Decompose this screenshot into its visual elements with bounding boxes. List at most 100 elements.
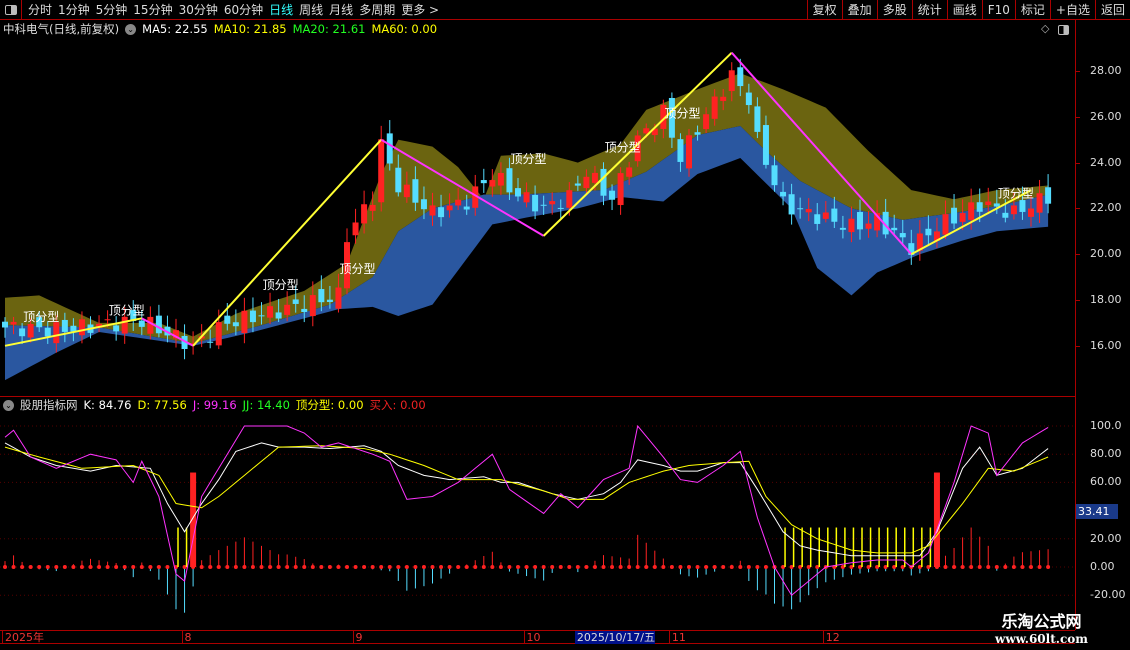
pattern-label[interactable]: 顶分型: [23, 310, 59, 324]
candle-body: [694, 132, 701, 135]
candle-body: [27, 323, 34, 338]
zero-dot: [293, 565, 298, 569]
indicator-name[interactable]: 股朋指标网: [20, 397, 78, 413]
zero-dot: [37, 565, 42, 569]
candle-body: [617, 173, 624, 206]
pattern-label[interactable]: 顶分型: [998, 187, 1034, 201]
zero-dot: [969, 565, 974, 569]
watermark-url: www.60lt.com: [995, 632, 1088, 646]
zero-dot: [986, 565, 991, 569]
j-value: J: 99.16: [192, 398, 237, 412]
chevron-down-icon[interactable]: ⌄: [3, 399, 14, 411]
zero-dot: [88, 565, 93, 569]
date-tick: 2025/10/17/五: [574, 631, 655, 644]
zero-dot: [627, 565, 632, 569]
zero-dot: [233, 565, 238, 569]
line-d: [4, 445, 1049, 554]
candle-body: [506, 168, 513, 193]
zero-dot: [439, 565, 444, 569]
zero-dot: [550, 565, 555, 569]
candle-body: [720, 96, 727, 102]
candle-body: [395, 167, 402, 193]
zero-dot: [704, 565, 709, 569]
zero-dot: [1020, 565, 1025, 569]
candle-body: [489, 180, 496, 187]
candle-body: [326, 299, 333, 302]
candle-body: [822, 212, 829, 219]
pattern-label[interactable]: 顶分型: [340, 262, 376, 276]
candle-body: [591, 172, 598, 183]
candle-body: [309, 295, 316, 317]
zero-dot: [345, 565, 349, 569]
zero-dot: [430, 565, 435, 569]
candle-body: [155, 315, 162, 334]
candle-body: [574, 183, 581, 186]
pattern-label[interactable]: 顶分型: [109, 303, 145, 317]
zero-dot: [396, 565, 401, 569]
candle-body: [942, 214, 949, 235]
pattern-label[interactable]: 顶分型: [263, 278, 299, 292]
candle-body: [480, 180, 487, 184]
candle-body: [369, 204, 376, 211]
zero-dot: [558, 565, 563, 569]
candle-body: [335, 287, 342, 309]
pattern-label[interactable]: 顶分型: [605, 141, 641, 155]
candle-body: [899, 233, 906, 238]
pattern-label[interactable]: 顶分型: [664, 106, 700, 120]
zero-dot: [259, 565, 264, 569]
zero-dot: [661, 565, 666, 569]
candle-body: [19, 328, 26, 337]
zero-dot: [592, 565, 597, 569]
candle-body: [677, 139, 684, 162]
date-tick: 11: [668, 631, 686, 644]
zero-dot: [216, 565, 221, 569]
candle-body: [728, 70, 735, 92]
indicator-axis-label: 20.00: [1090, 531, 1122, 545]
zero-dot: [498, 565, 503, 569]
zero-dot: [242, 565, 247, 569]
pattern-label[interactable]: 顶分型: [511, 152, 547, 166]
zero-dot: [738, 565, 743, 569]
candle-body: [378, 139, 385, 203]
candle-body: [609, 190, 616, 200]
zero-dot: [755, 565, 760, 569]
chart-canvas[interactable]: 顶分型 顶分型顶分型顶分型顶分型顶分型顶分型顶分型: [0, 0, 1075, 630]
candle-body: [352, 222, 359, 236]
zero-dot: [524, 565, 529, 569]
candle-body: [626, 167, 633, 177]
zero-dot: [1037, 565, 1042, 569]
candle-body: [232, 322, 239, 327]
candle-body: [455, 199, 462, 206]
indicator-legend: ⌄ 股朋指标网 K: 84.76 D: 77.56 J: 99.16 JJ: 1…: [3, 397, 426, 413]
candle-body: [865, 223, 872, 229]
candle-body: [275, 312, 282, 319]
candle-body: [258, 315, 265, 317]
watermark-name: 乐淘公式网: [1001, 612, 1082, 631]
zero-dot: [208, 565, 213, 569]
zero-dot: [1011, 565, 1016, 569]
zero-dot: [11, 565, 16, 569]
d-value: D: 77.56: [137, 398, 187, 412]
zero-dot: [610, 565, 615, 569]
candle-body: [61, 319, 68, 332]
candle-body: [857, 212, 863, 230]
zero-dot: [447, 565, 452, 569]
date-tick: 2025年: [2, 631, 44, 644]
zero-dot: [977, 565, 982, 569]
toolbar-button-8[interactable]: 返回: [1094, 0, 1130, 20]
candle-body: [540, 204, 547, 206]
candle-body: [215, 322, 222, 346]
candle-body: [762, 125, 769, 165]
candle-body: [1019, 200, 1026, 212]
candle-body: [1010, 205, 1017, 215]
candle-body: [839, 227, 846, 230]
candle-body: [10, 321, 17, 325]
candle-body: [745, 92, 752, 106]
candle-body: [771, 165, 778, 186]
zero-dot: [541, 565, 546, 569]
candle-body: [446, 205, 453, 211]
candle-body: [224, 315, 231, 324]
zero-dot: [652, 565, 657, 569]
zero-dot: [362, 565, 367, 569]
zero-dot: [601, 565, 606, 569]
